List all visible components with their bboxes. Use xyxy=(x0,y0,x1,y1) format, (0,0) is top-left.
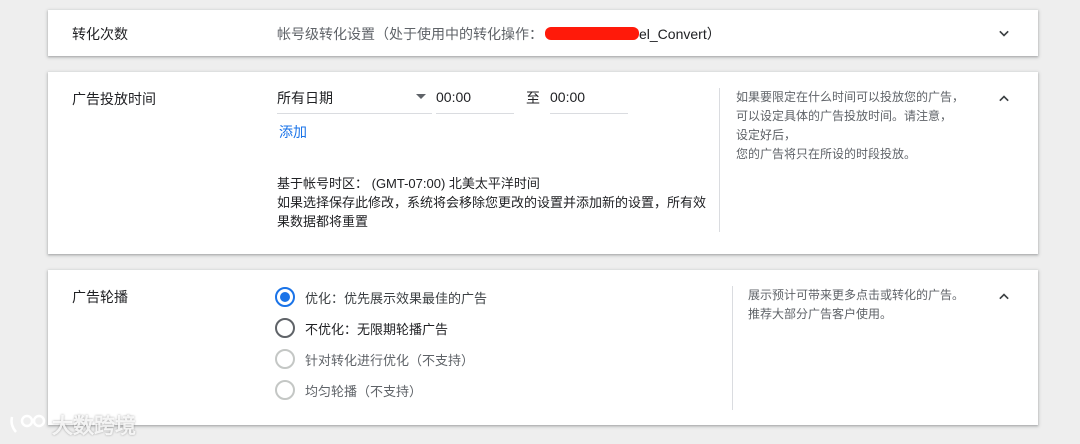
radio-disabled-icon xyxy=(275,380,295,400)
schedule-help-text: 如果要限定在什么时间可以投放您的广告， 可以设定具体的广告投放时间。请注意， 设… xyxy=(736,88,986,164)
radio-unchecked-icon xyxy=(275,318,295,338)
caret-down-icon xyxy=(416,94,426,99)
watermark-text: 大数跨境 xyxy=(52,415,136,438)
day-select[interactable]: 所有日期 xyxy=(277,86,432,114)
collapse-schedule-button[interactable] xyxy=(992,87,1016,111)
start-time-input[interactable] xyxy=(436,86,514,114)
help-line: 设定好后， xyxy=(736,128,797,142)
reset-warning: 如果选择保存此修改，系统将会移除您更改的设置并添加新的设置，所有效果数据都将重置 xyxy=(277,195,707,229)
ad-rotation-card: 广告轮播 优化：优先展示效果最佳的广告 不优化：无限期轮播广告 针对转化进行优化… xyxy=(48,270,1038,425)
help-line: 展示预计可带来更多点击或转化的广告。 xyxy=(748,288,965,302)
help-line: 您的广告将只在所设的时段投放。 xyxy=(736,147,917,161)
conversion-summary-suffix: el_Convert） xyxy=(639,26,721,42)
conversion-settings-card[interactable]: 转化次数 帐号级转化设置（处于使用中的转化操作： el_Convert） xyxy=(48,10,1038,56)
rotation-option-evenly: 均匀轮播（不支持） xyxy=(275,379,422,401)
rotation-option-label: 不优化：无限期轮播广告 xyxy=(305,321,449,337)
divider xyxy=(732,286,733,410)
collapse-rotation-button[interactable] xyxy=(992,285,1016,309)
radio-disabled-icon xyxy=(275,349,295,369)
add-schedule-link[interactable]: 添加 xyxy=(279,122,307,142)
rotation-option-label: 优化：优先展示效果最佳的广告 xyxy=(305,290,488,306)
watermark-logo-icon xyxy=(10,414,46,433)
watermark: 大数跨境 xyxy=(8,410,136,440)
rotation-help-text: 展示预计可带来更多点击或转化的广告。 推荐大部分广告客户使用。 xyxy=(748,286,988,324)
chevron-up-icon xyxy=(999,95,1009,102)
conversion-card-title: 转化次数 xyxy=(72,26,128,42)
rotation-option-label: 均匀轮播（不支持） xyxy=(305,383,423,399)
conversion-summary-prefix: 帐号级转化设置（处于使用中的转化操作： xyxy=(277,26,543,42)
ad-rotation-title: 广告轮播 xyxy=(72,289,128,305)
radio-checked-icon xyxy=(275,287,295,307)
redaction-mark xyxy=(545,27,639,40)
rotation-option-optimize[interactable]: 优化：优先展示效果最佳的广告 xyxy=(275,286,487,308)
day-select-value: 所有日期 xyxy=(277,90,333,106)
help-line: 如果要限定在什么时间可以投放您的广告， xyxy=(736,90,965,104)
ad-schedule-card: 广告投放时间 所有日期 至 添加 基于帐号时区： (GMT-07:00) 北美太… xyxy=(48,72,1038,254)
ad-schedule-title: 广告投放时间 xyxy=(72,91,156,107)
help-line: 可以设定具体的广告投放时间。请注意， xyxy=(736,109,953,123)
divider xyxy=(719,88,720,232)
rotation-option-conversions: 针对转化进行优化（不支持） xyxy=(275,348,474,370)
to-label: 至 xyxy=(526,90,540,106)
help-line: 推荐大部分广告客户使用。 xyxy=(748,307,893,321)
rotation-option-label: 针对转化进行优化（不支持） xyxy=(305,352,475,368)
expand-conversion-button[interactable] xyxy=(992,21,1016,45)
timezone-note: 基于帐号时区： (GMT-07:00) 北美太平洋时间 如果选择保存此修改，系统… xyxy=(277,174,717,231)
timezone-line: 基于帐号时区： (GMT-07:00) 北美太平洋时间 xyxy=(277,176,540,191)
conversion-summary: 帐号级转化设置（处于使用中的转化操作： el_Convert） xyxy=(277,24,721,44)
chevron-down-icon xyxy=(999,30,1009,37)
chevron-up-icon xyxy=(999,293,1009,300)
rotation-option-no-optimize[interactable]: 不优化：无限期轮播广告 xyxy=(275,317,448,339)
end-time-input[interactable] xyxy=(550,86,628,114)
